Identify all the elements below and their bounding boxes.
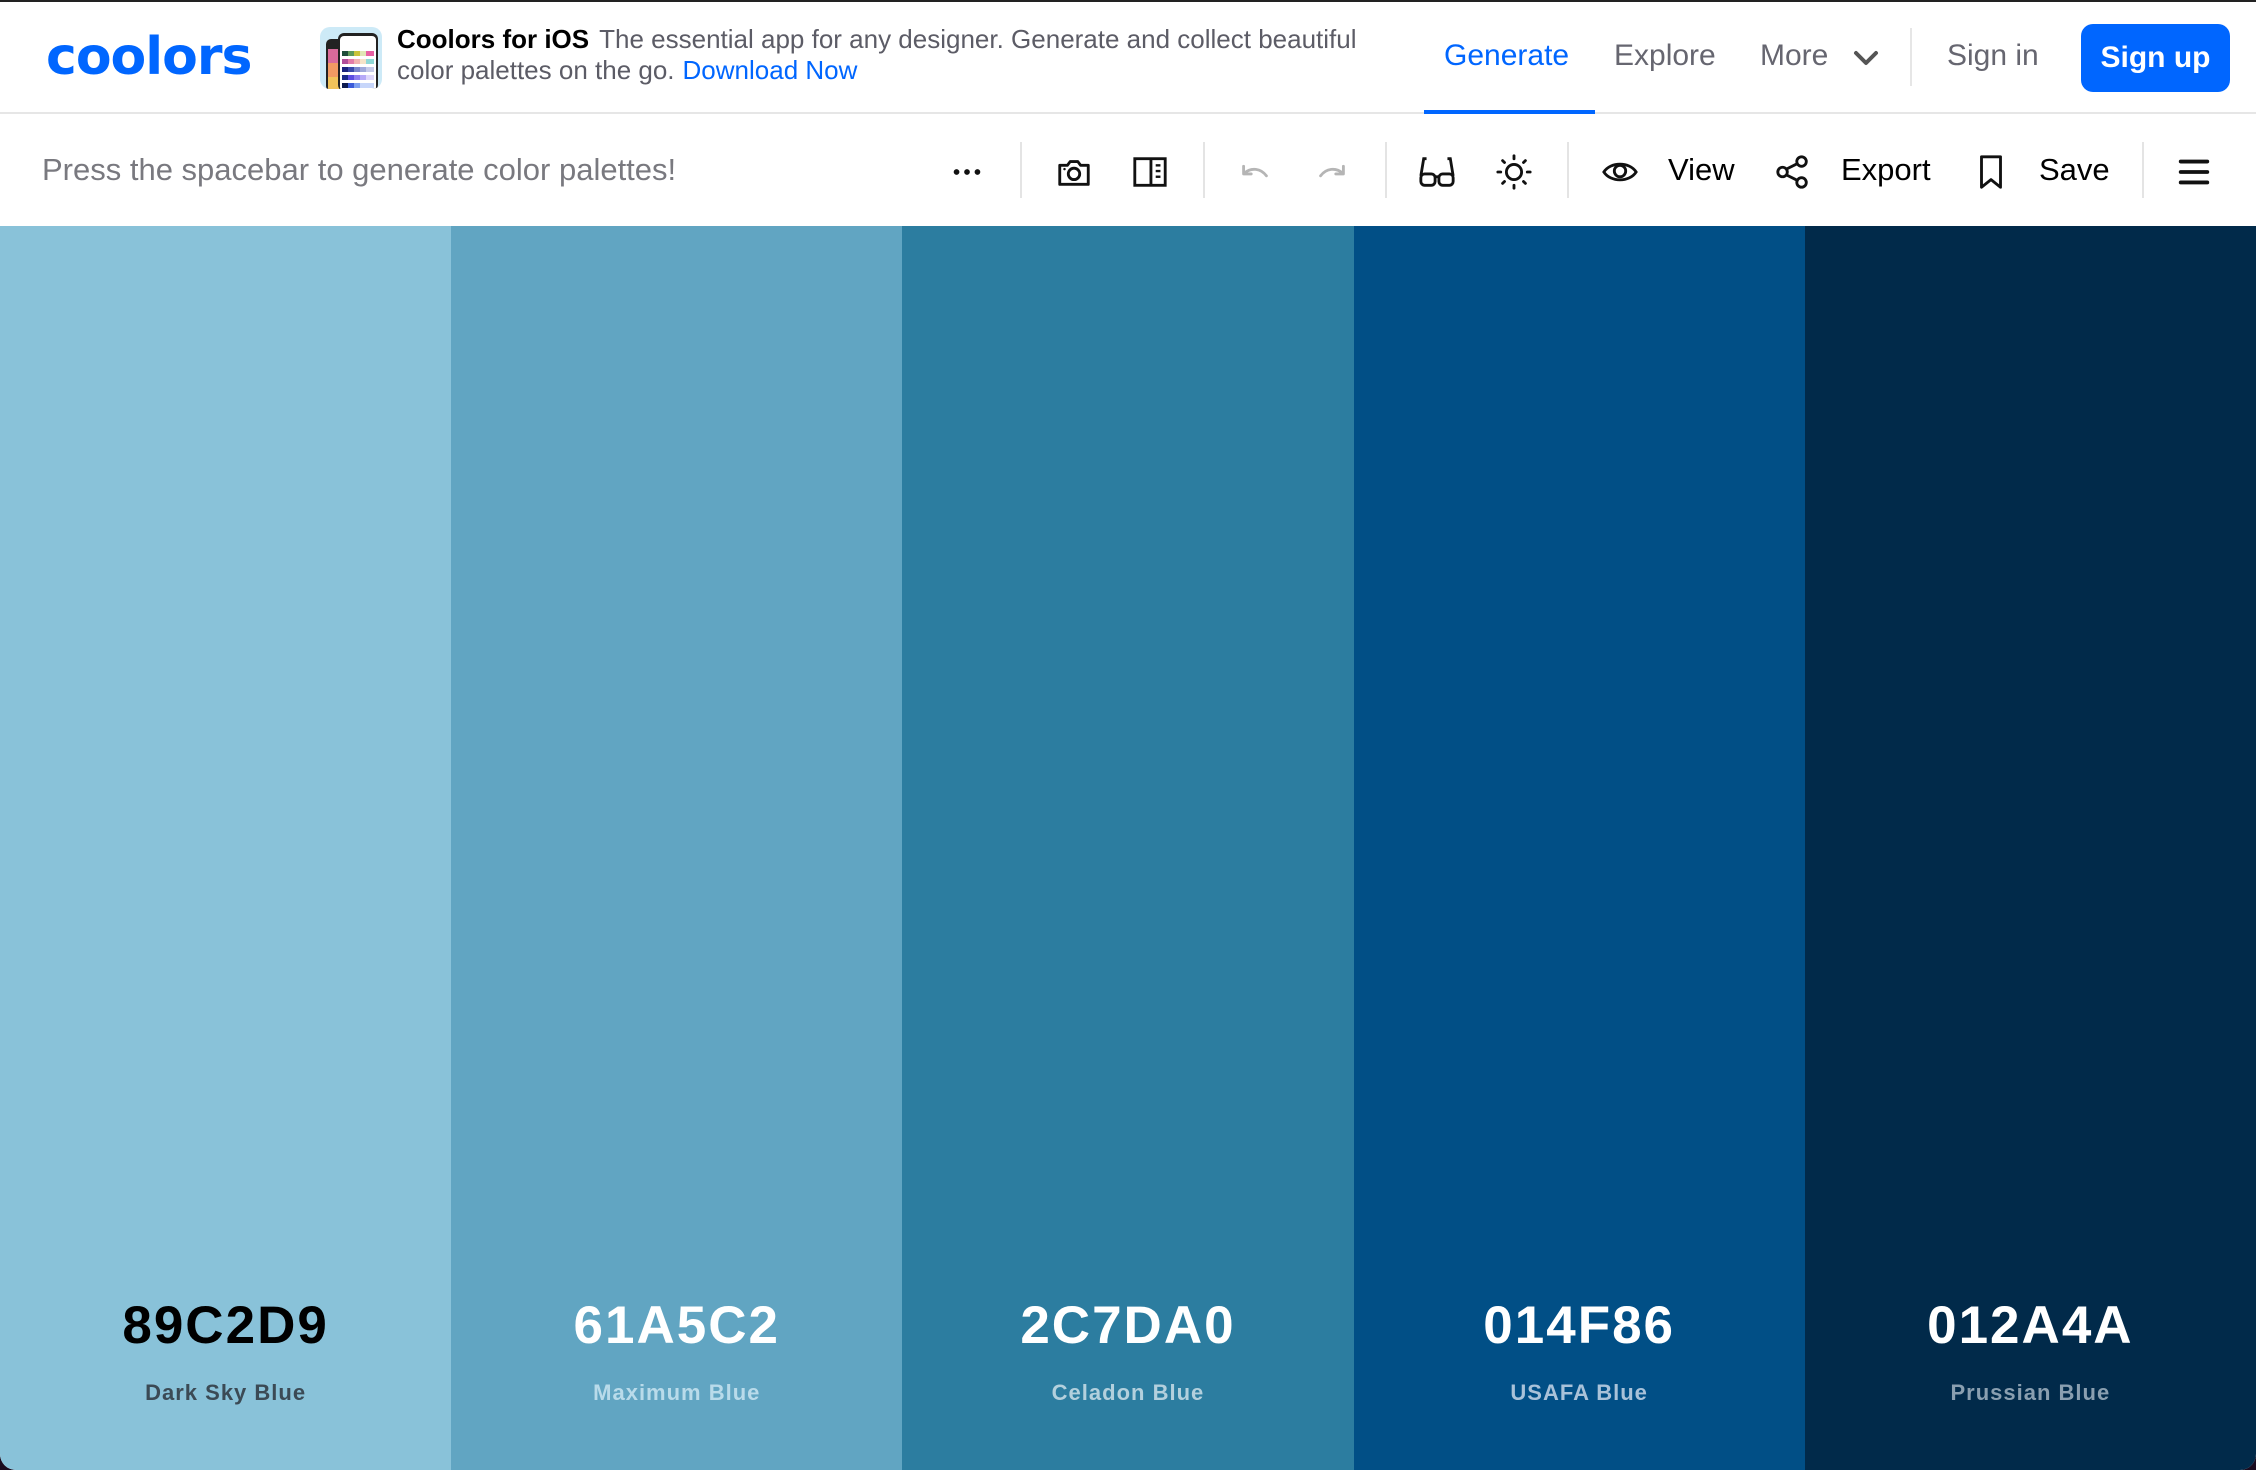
nav-generate[interactable]: Generate <box>1444 36 1569 76</box>
share-icon[interactable] <box>1773 152 1813 192</box>
nav-divider <box>1910 28 1912 86</box>
swatch-color-name[interactable]: Prussian Blue <box>1805 1378 2256 1408</box>
bookmark-icon[interactable] <box>1971 152 2011 192</box>
coolors-app: coolors Coolors for iOS The essential app… <box>0 0 2256 1470</box>
color-blindness-icon[interactable] <box>1417 152 1457 192</box>
nav-explore[interactable]: Explore <box>1614 36 1716 76</box>
toolbar-divider <box>2142 142 2144 198</box>
swatch-hex-code[interactable]: 89C2D9 <box>0 1294 451 1358</box>
save-button[interactable]: Save <box>2039 150 2110 190</box>
nav-more[interactable]: More <box>1760 36 1828 76</box>
swatch-hex-code[interactable]: 014F86 <box>1354 1294 1805 1358</box>
color-swatch[interactable]: 014F86 USAFA Blue <box>1353 226 1805 1470</box>
toolbar-divider <box>1203 142 1205 198</box>
more-options-icon[interactable] <box>947 152 987 192</box>
eye-icon[interactable] <box>1600 152 1640 192</box>
swatch-color-name[interactable]: Celadon Blue <box>902 1378 1353 1408</box>
undo-icon[interactable] <box>1235 152 1275 192</box>
svg-text:coolors: coolors <box>46 30 251 84</box>
ios-ad-banner: Coolors for iOS The essential app for any… <box>397 24 1357 86</box>
ios-app-icon[interactable] <box>320 27 382 89</box>
sidebar-icon[interactable] <box>1130 152 1170 192</box>
swatch-color-name[interactable]: USAFA Blue <box>1354 1378 1805 1408</box>
swatch-color-name[interactable]: Dark Sky Blue <box>0 1378 451 1408</box>
color-swatch[interactable]: 61A5C2 Maximum Blue <box>451 226 903 1470</box>
toolbar-divider <box>1567 142 1569 198</box>
color-swatch[interactable]: 89C2D9 Dark Sky Blue <box>0 226 452 1470</box>
download-now-link[interactable]: Download Now <box>683 55 858 85</box>
sign-in-link[interactable]: Sign in <box>1947 36 2039 76</box>
swatch-hex-code[interactable]: 012A4A <box>1805 1294 2256 1358</box>
coolors-logo[interactable]: coolors <box>46 30 270 84</box>
spacebar-hint: Press the spacebar to generate color pal… <box>42 152 677 187</box>
chevron-down-icon[interactable] <box>1852 48 1880 68</box>
color-swatch[interactable]: 2C7DA0 Celadon Blue <box>902 226 1354 1470</box>
redo-icon[interactable] <box>1312 152 1352 192</box>
ad-title: Coolors for iOS <box>397 24 590 54</box>
top-header: coolors Coolors for iOS The essential app… <box>0 2 2256 114</box>
swatch-color-name[interactable]: Maximum Blue <box>451 1378 902 1408</box>
hamburger-menu-icon[interactable] <box>2174 152 2214 192</box>
color-palette: 89C2D9 Dark Sky Blue 61A5C2 Maximum Blue… <box>0 226 2256 1470</box>
view-button[interactable]: View <box>1668 150 1735 190</box>
sign-up-button[interactable]: Sign up <box>2081 24 2230 92</box>
color-swatch[interactable]: 012A4A Prussian Blue <box>1804 226 2256 1470</box>
swatch-hex-code[interactable]: 61A5C2 <box>451 1294 902 1358</box>
adjust-palette-icon[interactable] <box>1494 152 1534 192</box>
camera-icon[interactable] <box>1054 152 1094 192</box>
palette-toolbar: Press the spacebar to generate color pal… <box>0 114 2256 226</box>
toolbar-divider <box>1385 142 1387 198</box>
export-button[interactable]: Export <box>1841 150 1931 190</box>
toolbar-divider <box>1020 142 1022 198</box>
swatch-hex-code[interactable]: 2C7DA0 <box>902 1294 1353 1358</box>
